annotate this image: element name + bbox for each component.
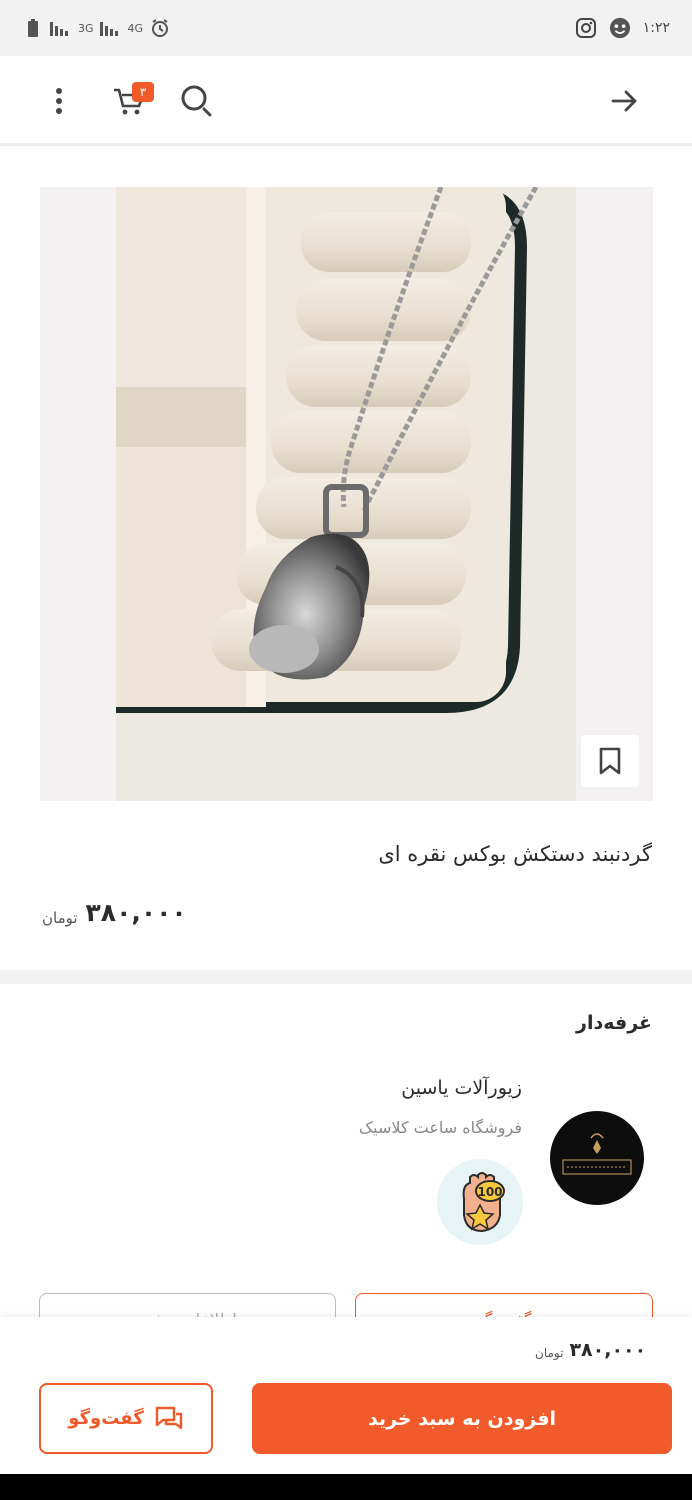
emoji-icon xyxy=(609,17,631,39)
back-button[interactable] xyxy=(600,76,650,126)
search-button[interactable] xyxy=(172,76,222,126)
product-photo xyxy=(116,187,576,801)
status-time: ۱:۲۲ xyxy=(642,20,670,36)
bottom-currency-label: تومان xyxy=(535,1346,564,1360)
section-divider xyxy=(0,970,692,984)
chat-icon xyxy=(155,1406,182,1429)
seller-section-title: غرفه‌دار xyxy=(576,1012,652,1034)
add-to-cart-label: افزودن به سبد خرید xyxy=(367,1407,557,1430)
seller-avatar[interactable] xyxy=(550,1111,644,1205)
arrow-forward-icon xyxy=(611,90,637,112)
chat-button[interactable]: گفت‌وگو xyxy=(39,1383,213,1454)
hand-star-badge-icon: 100 xyxy=(462,1172,505,1233)
price-value: ۳۸۰,۰۰۰ xyxy=(85,898,187,927)
bottom-price-value: ۳۸۰,۰۰۰ xyxy=(569,1339,647,1361)
app-bar: ۳ xyxy=(0,56,692,146)
product-title: گردنبند دستکش بوکس نقره ای xyxy=(378,842,652,866)
necklace-photo-illustration xyxy=(116,187,576,801)
seller-100-badge: 100 xyxy=(437,1159,523,1245)
alarm-icon xyxy=(149,17,171,39)
network-type-label: 3G xyxy=(78,21,94,35)
system-nav-bar xyxy=(0,1474,692,1500)
bottom-price: تومان ۳۸۰,۰۰۰ xyxy=(535,1339,646,1361)
more-options-button[interactable] xyxy=(34,76,84,126)
product-price: تومان ۳۸۰,۰۰۰ xyxy=(42,898,187,927)
bookmark-icon xyxy=(599,747,621,775)
bottom-action-bar: تومان ۳۸۰,۰۰۰ افزودن به سبد خرید گفت‌وگو xyxy=(0,1317,692,1474)
status-bar: 3G 4G ۱:۲۲ xyxy=(0,0,692,56)
search-icon xyxy=(181,85,212,117)
seller-logo xyxy=(562,1133,632,1175)
status-right: ۱:۲۲ xyxy=(575,17,670,39)
seller-subtitle: فروشگاه ساعت کلاسیک xyxy=(358,1118,522,1137)
signal-icon xyxy=(50,17,72,39)
more-vert-icon xyxy=(56,88,62,114)
product-image[interactable] xyxy=(40,187,653,801)
chat-label: گفت‌وگو xyxy=(68,1408,144,1429)
bookmark-button[interactable] xyxy=(581,735,639,787)
network-type-label-2: 4G xyxy=(127,21,144,35)
seller-name[interactable]: زیورآلات یاسین xyxy=(401,1077,522,1099)
signal-icon-2 xyxy=(99,17,122,39)
cart-count-badge: ۳ xyxy=(132,82,154,102)
cart-button[interactable]: ۳ xyxy=(104,76,154,126)
badge-label: 100 xyxy=(477,1185,502,1199)
currency-label: تومان xyxy=(42,908,78,927)
instagram-icon xyxy=(575,17,597,39)
battery-icon xyxy=(22,17,44,39)
add-to-cart-button[interactable]: افزودن به سبد خرید xyxy=(252,1383,672,1454)
status-left: 3G 4G xyxy=(22,17,171,39)
